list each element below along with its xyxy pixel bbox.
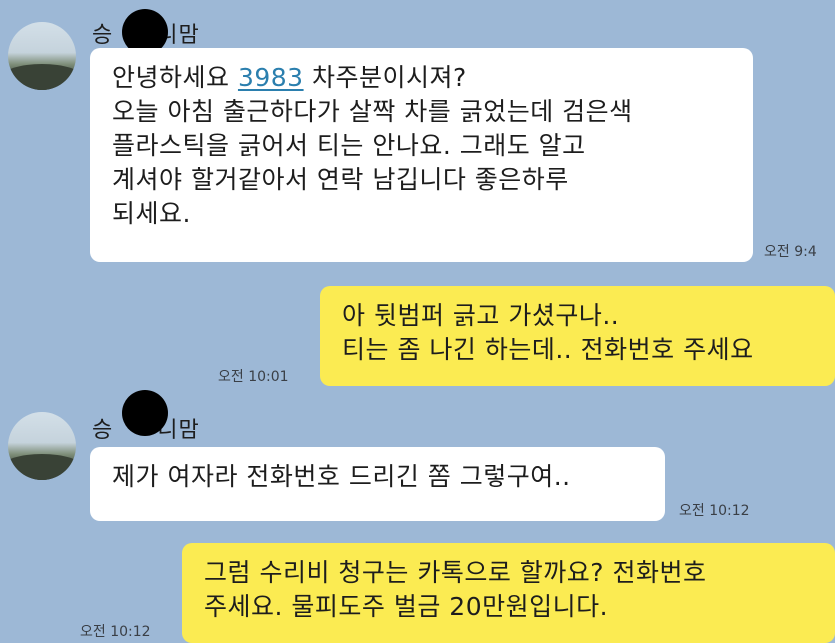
- message-timestamp: 오전 10:12: [679, 503, 750, 519]
- sender-avatar[interactable]: [8, 22, 76, 90]
- message-text: 안녕하세요: [112, 63, 238, 92]
- message-line: 오늘 아침 출근하다가 살짝 차를 긁었는데 검은색: [112, 97, 633, 126]
- avatar-landscape: [8, 64, 76, 90]
- sender-name-start: 승: [92, 23, 114, 48]
- message-bubble-incoming[interactable]: 안녕하세요 3983 차주분이시져? 오늘 아침 출근하다가 살짝 차를 긁었는…: [90, 48, 753, 262]
- message-line: 되세요.: [112, 199, 191, 228]
- message-line: 그럼 수리비 청구는 카톡으로 할까요? 전화번호: [204, 558, 707, 587]
- message-line: 티는 좀 나긴 하는데.. 전화번호 주세요: [342, 335, 754, 364]
- message-text: 차주분이시져?: [303, 63, 467, 92]
- redaction-mark: [122, 390, 168, 436]
- message-line: 제가 여자라 전화번호 드리긴 쫌 그렇구여..: [112, 462, 571, 491]
- message-line: 플라스틱을 긁어서 티는 안나요. 그래도 알고: [112, 131, 586, 160]
- avatar-landscape: [8, 454, 76, 480]
- message-bubble-outgoing[interactable]: 아 뒷범퍼 긁고 가셨구나.. 티는 좀 나긴 하는데.. 전화번호 주세요: [320, 286, 835, 386]
- sender-avatar[interactable]: [8, 412, 76, 480]
- message-line: 주세요. 물피도주 벌금 20만원입니다.: [204, 592, 609, 621]
- message-timestamp: 오전 10:12: [80, 624, 151, 640]
- message-bubble-incoming[interactable]: 제가 여자라 전화번호 드리긴 쫌 그렇구여..: [90, 447, 665, 521]
- message-line: 아 뒷범퍼 긁고 가셨구나..: [342, 301, 620, 330]
- message-line: 계셔야 할거같아서 연락 남깁니다 좋은하루: [112, 165, 569, 194]
- sender-name-start: 승: [92, 418, 114, 443]
- message-timestamp: 오전 10:01: [218, 369, 289, 385]
- message-bubble-outgoing[interactable]: 그럼 수리비 청구는 카톡으로 할까요? 전화번호 주세요. 물피도주 벌금 2…: [182, 543, 835, 643]
- message-line: 안녕하세요 3983 차주분이시져?: [112, 61, 731, 95]
- message-timestamp: 오전 9:4: [764, 244, 817, 260]
- car-number-link[interactable]: 3983: [238, 63, 304, 92]
